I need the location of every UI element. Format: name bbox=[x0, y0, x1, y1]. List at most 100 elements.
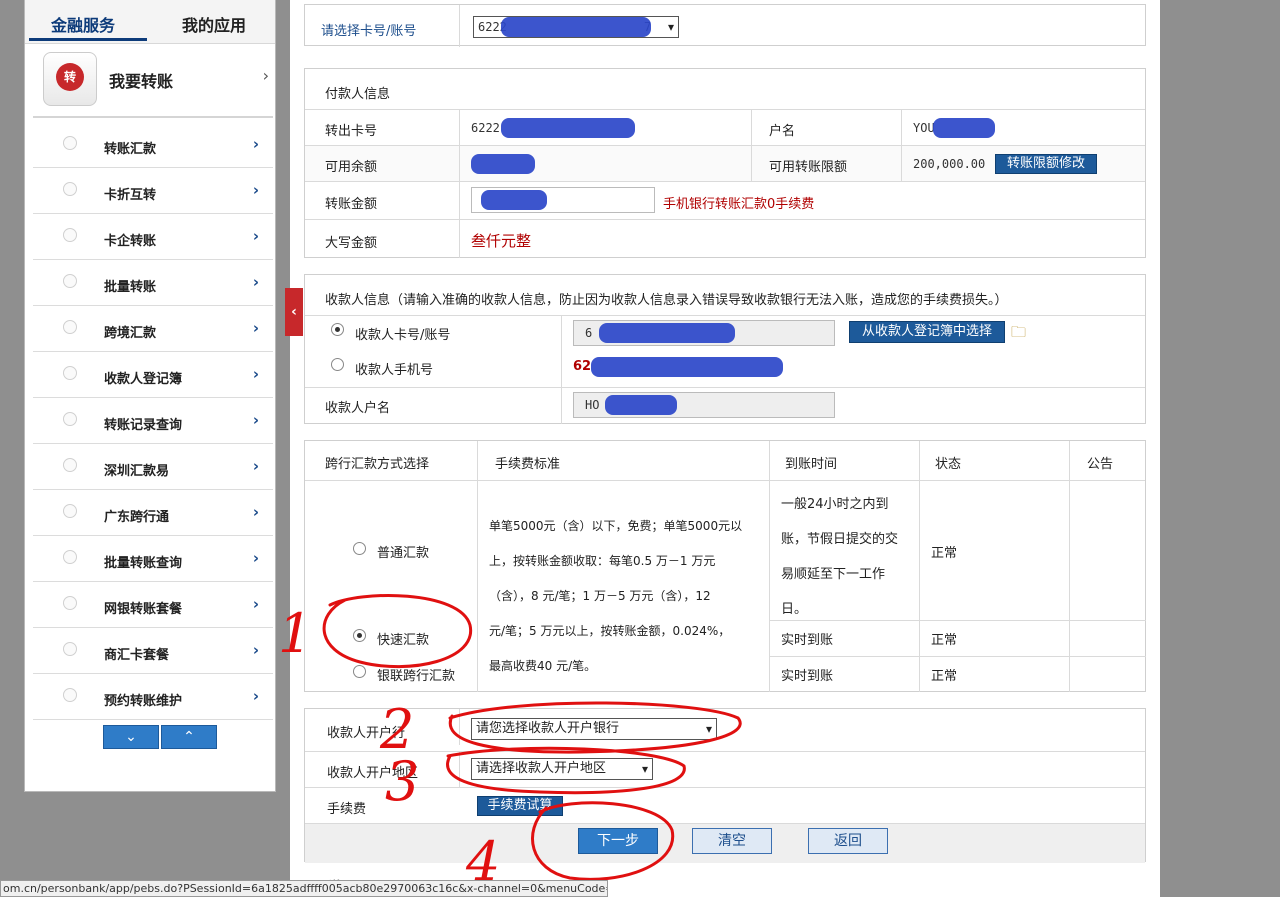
method-fast-radio[interactable] bbox=[353, 629, 366, 642]
redaction-mark bbox=[481, 190, 547, 210]
fee-estimate-button[interactable]: 手续费试算 bbox=[477, 796, 563, 816]
region-select[interactable]: 请选择收款人开户地区 ▾ bbox=[471, 758, 653, 780]
redaction-mark bbox=[933, 118, 995, 138]
card-select-section: 请选择卡号/账号 6222 7 ▾ bbox=[304, 4, 1146, 47]
payer-title: 付款人信息 bbox=[325, 87, 391, 102]
main-content: 请选择卡号/账号 6222 7 ▾ 付款人信息 转出卡号 6222 户名 YOU… bbox=[290, 0, 1160, 897]
bullet-icon bbox=[63, 642, 77, 656]
amount-row: 转账金额 手机银行转账汇款0手续费 bbox=[305, 181, 1145, 219]
menu-item-guangdong-interbank[interactable]: 广东跨行通 › bbox=[33, 490, 273, 536]
tab-financial-services[interactable]: 金融服务 bbox=[51, 12, 115, 36]
menu-item-online-package[interactable]: 网银转账套餐 › bbox=[33, 582, 273, 628]
bank-label: 收款人开户行 bbox=[327, 726, 406, 741]
redaction-mark bbox=[471, 154, 535, 174]
menu-item-label: 转账记录查询 bbox=[104, 418, 183, 433]
next-button[interactable]: 下一步 bbox=[578, 828, 658, 854]
chevron-right-icon: › bbox=[252, 503, 259, 521]
menu-item-card-passbook[interactable]: 卡折互转 › bbox=[33, 168, 273, 214]
menu-item-label: 卡折互转 bbox=[104, 188, 157, 203]
transfer-header[interactable]: 转 我要转账 › bbox=[33, 50, 273, 106]
limit-modify-button[interactable]: 转账限额修改 bbox=[995, 154, 1097, 174]
upper-amount-label: 大写金额 bbox=[325, 236, 378, 251]
scroll-up-button[interactable]: ⌃ bbox=[161, 725, 217, 749]
chevron-left-icon: ‹ bbox=[291, 304, 297, 320]
payer-info-section: 付款人信息 转出卡号 6222 户名 YOU 可用余额 可用转账限额 200,0… bbox=[304, 68, 1146, 258]
address-book-icon[interactable]: 🗀 bbox=[1011, 322, 1026, 347]
header-status: 状态 bbox=[935, 457, 962, 472]
card-select-label: 请选择卡号/账号 bbox=[321, 24, 417, 39]
status-fast: 正常 bbox=[931, 633, 958, 648]
redaction-mark bbox=[501, 118, 635, 138]
menu-item-shenzhen-remit[interactable]: 深圳汇款易 › bbox=[33, 444, 273, 490]
menu-item-label: 批量转账查询 bbox=[104, 556, 183, 571]
menu-item-batch-transfer[interactable]: 批量转账 › bbox=[33, 260, 273, 306]
payee-phone-radio[interactable] bbox=[331, 358, 344, 371]
menu-item-label: 转账汇款 bbox=[104, 142, 157, 157]
fee-line: 单笔5000元（含）以下，免费；单笔5000元以 bbox=[489, 519, 743, 533]
payee-card-radio[interactable] bbox=[331, 323, 344, 336]
select-from-register-button[interactable]: 从收款人登记簿中选择 bbox=[849, 321, 1005, 343]
transfer-header-label: 我要转账 bbox=[109, 72, 174, 91]
menu-item-transfer-records[interactable]: 转账记录查询 › bbox=[33, 398, 273, 444]
fee-line: 最高收费40 元/笔。 bbox=[489, 659, 597, 673]
bullet-icon bbox=[63, 182, 77, 196]
divider bbox=[33, 116, 273, 118]
header-method: 跨行汇款方式选择 bbox=[325, 457, 430, 472]
payer-name-label: 户名 bbox=[769, 124, 796, 139]
menu-item-label: 预约转账维护 bbox=[104, 694, 183, 709]
header-notice: 公告 bbox=[1087, 457, 1114, 472]
bullet-icon bbox=[63, 550, 77, 564]
chevron-right-icon: › bbox=[252, 457, 259, 475]
method-normal-radio[interactable] bbox=[353, 542, 366, 555]
table-body: 单笔5000元（含）以下，免费；单笔5000元以 上，按转账金额收取：每笔0.5… bbox=[305, 480, 1146, 692]
scroll-down-button[interactable]: ⌄ bbox=[103, 725, 159, 749]
method-normal-label: 普通汇款 bbox=[377, 546, 430, 561]
fee-standard-text: 单笔5000元（含）以下，免费；单笔5000元以 上，按转账金额收取：每笔0.5… bbox=[489, 509, 742, 684]
bullet-icon bbox=[63, 136, 77, 150]
bullet-icon bbox=[63, 688, 77, 702]
active-tab-indicator bbox=[29, 38, 147, 41]
chevron-right-icon: › bbox=[252, 687, 259, 705]
clear-button[interactable]: 清空 bbox=[692, 828, 772, 854]
upper-amount-value: 叁仟元整 bbox=[471, 232, 532, 250]
menu-item-payee-register[interactable]: 收款人登记簿 › bbox=[33, 352, 273, 398]
divider bbox=[459, 5, 460, 47]
bullet-icon bbox=[63, 596, 77, 610]
menu-item-commerce-card[interactable]: 商汇卡套餐 › bbox=[33, 628, 273, 674]
bullet-icon bbox=[63, 366, 77, 380]
chevron-down-icon: ▾ bbox=[705, 722, 712, 736]
menu-item-cross-border[interactable]: 跨境汇款 › bbox=[33, 306, 273, 352]
sidebar-tabs: 金融服务 我的应用 bbox=[25, 0, 275, 44]
transfer-app-icon: 转 bbox=[43, 52, 97, 106]
browser-status-bar: om.cn/personbank/app/pebs.do?PSessionId=… bbox=[0, 880, 608, 897]
payee-phone-label: 收款人手机号 bbox=[355, 363, 434, 378]
method-unionpay-radio[interactable] bbox=[353, 665, 366, 678]
menu-item-scheduled-maintain[interactable]: 预约转账维护 › bbox=[33, 674, 273, 720]
payee-card-row: 收款人卡号/账号 6 从收款人登记簿中选择 🗀 bbox=[305, 315, 1145, 351]
back-button[interactable]: 返回 bbox=[808, 828, 888, 854]
chevron-right-icon: › bbox=[252, 365, 259, 383]
transfer-method-table: 跨行汇款方式选择 手续费标准 到账时间 状态 公告 单笔5000元（含）以下，免… bbox=[304, 440, 1146, 692]
chevron-right-icon: › bbox=[252, 319, 259, 337]
menu-item-batch-query[interactable]: 批量转账查询 › bbox=[33, 536, 273, 582]
bank-select[interactable]: 请您选择收款人开户银行 ▾ bbox=[471, 718, 717, 740]
menu-item-card-corporate[interactable]: 卡企转账 › bbox=[33, 214, 273, 260]
region-label: 收款人开户地区 bbox=[327, 766, 419, 781]
payee-phone-row: 收款人手机号 62 bbox=[305, 351, 1145, 387]
payee-card-value: 6 bbox=[585, 326, 593, 340]
upper-amount-row: 大写金额 叁仟元整 bbox=[305, 219, 1145, 258]
chevron-right-icon: › bbox=[252, 227, 259, 245]
collapse-sidebar-button[interactable]: ‹ bbox=[285, 288, 303, 336]
amount-note: 手机银行转账汇款0手续费 bbox=[663, 197, 815, 212]
chevron-right-icon: › bbox=[252, 273, 259, 291]
chevron-down-icon: ⌄ bbox=[125, 729, 137, 745]
menu-item-label: 商汇卡套餐 bbox=[104, 648, 170, 663]
bullet-icon bbox=[63, 412, 77, 426]
tab-my-apps[interactable]: 我的应用 bbox=[182, 12, 246, 36]
fee-line: 上，按转账金额收取：每笔0.5 万－1 万元 bbox=[489, 554, 716, 568]
menu-item-transfer-remit[interactable]: 转账汇款 › bbox=[33, 122, 273, 168]
table-header-row: 跨行汇款方式选择 手续费标准 到账时间 状态 公告 bbox=[305, 441, 1145, 480]
redaction-mark bbox=[599, 323, 735, 343]
chevron-up-icon: ⌃ bbox=[183, 729, 195, 745]
payer-card-value: 6222 bbox=[471, 121, 500, 135]
